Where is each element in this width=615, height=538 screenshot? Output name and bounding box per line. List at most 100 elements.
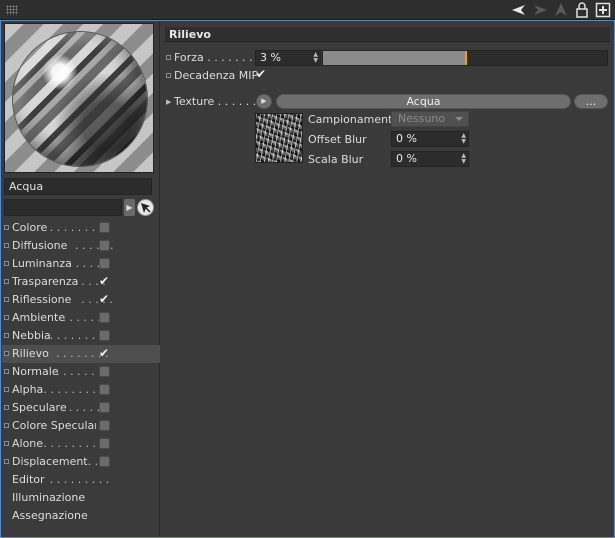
material-name-field[interactable]: Acqua <box>4 178 152 195</box>
channel-dots: . . . . . . . <box>56 365 102 378</box>
forza-slider[interactable] <box>322 50 608 66</box>
channel-item-alone[interactable]: Alone . . . . . . . . . <box>2 435 160 453</box>
channel-item-rilievo[interactable]: Rilievo . . . . . . . . <box>2 344 160 363</box>
arrow-forward-icon[interactable] <box>532 2 548 18</box>
offset-blur-label: Offset Blur <box>308 133 367 146</box>
spinner-arrows-icon[interactable]: ▲ ▼ <box>461 133 466 145</box>
channel-item-colore[interactable]: Colore . . . . . . . . <box>2 219 160 237</box>
link-arrow-button[interactable]: ▶ <box>124 199 135 216</box>
texture-more-button[interactable]: ... <box>574 94 608 109</box>
animate-dot[interactable] <box>4 369 9 374</box>
animate-dot[interactable] <box>4 387 9 392</box>
channel-enable-checkbox[interactable] <box>99 456 110 467</box>
material-link-field[interactable] <box>4 199 122 216</box>
material-preview[interactable] <box>4 23 154 173</box>
animate-dot[interactable] <box>4 297 9 302</box>
texture-arrow-button[interactable]: ▶ <box>256 94 272 109</box>
channel-settings-panel: Rilievo Forza . . . . . . . . 3 % ▲ ▼ Dec… <box>162 21 612 536</box>
texture-label: Texture . . . . . . <box>174 95 257 108</box>
new-window-icon[interactable] <box>595 2 611 18</box>
channel-item-illuminazione[interactable]: Illuminazione <box>2 489 160 507</box>
channel-label: Illuminazione <box>12 491 86 504</box>
channel-list: Colore . . . . . . . . Diffusione . . . .… <box>2 219 160 525</box>
slider-thumb[interactable] <box>465 51 467 65</box>
channel-item-speculare[interactable]: Speculare . . . . . . <box>2 399 160 417</box>
offset-blur-input[interactable]: 0 % ▲ ▼ <box>391 131 469 147</box>
channel-item-nebbia[interactable]: Nebbia . . . . . . . . <box>2 327 160 345</box>
channel-enable-checkbox[interactable] <box>99 290 110 308</box>
animate-dot[interactable] <box>4 405 9 410</box>
channel-label: Assegnazione <box>12 509 88 522</box>
scala-blur-label: Scala Blur <box>308 153 364 166</box>
channel-label: Displacement <box>12 455 88 468</box>
channel-enable-checkbox[interactable] <box>99 240 110 251</box>
channel-enable-checkbox[interactable] <box>99 366 110 377</box>
animate-dot[interactable] <box>4 441 9 446</box>
preview-sphere <box>13 32 147 166</box>
up-icon[interactable] <box>553 2 569 18</box>
channel-enable-checkbox[interactable] <box>99 330 110 341</box>
channel-item-luminanza[interactable]: Luminanza . . . . . <box>2 255 160 273</box>
channel-dots: . . . . . . . . . <box>43 437 103 450</box>
channel-enable-checkbox[interactable] <box>99 402 110 413</box>
channel-item-diffusione[interactable]: Diffusione . . . . . . <box>2 237 160 255</box>
animate-dot[interactable] <box>4 225 9 230</box>
pick-cursor-button[interactable] <box>137 199 154 216</box>
channel-item-displacement[interactable]: Displacement . . . <box>2 453 160 471</box>
animate-dot[interactable] <box>4 333 9 338</box>
expand-triangle-icon[interactable]: ▶ <box>166 94 171 110</box>
lock-icon[interactable] <box>574 2 590 18</box>
channel-enable-checkbox[interactable] <box>99 420 110 431</box>
channel-enable-checkbox[interactable] <box>99 312 110 323</box>
channel-item-ambiente[interactable]: Ambiente . . . . . . <box>2 309 160 327</box>
channel-enable-checkbox[interactable] <box>99 384 110 395</box>
channel-item-assegnazione[interactable]: Assegnazione <box>2 507 160 525</box>
texture-name-button[interactable]: Acqua <box>276 94 571 109</box>
campionamento-label: Campionamento <box>308 113 400 126</box>
animate-dot[interactable] <box>4 279 9 284</box>
material-picker-row: ▶ <box>4 199 154 217</box>
arrow-back-icon[interactable] <box>511 2 527 18</box>
channel-enable-checkbox[interactable] <box>99 258 110 269</box>
channel-enable-checkbox[interactable] <box>99 222 110 233</box>
animate-dot[interactable] <box>4 315 9 320</box>
cursor-icon <box>141 203 151 213</box>
channel-dots: . . . . . . . . <box>49 221 103 234</box>
animate-dot[interactable] <box>4 243 9 248</box>
animate-dot[interactable] <box>4 261 9 266</box>
chevron-down-icon <box>455 117 463 121</box>
channel-item-alpha[interactable]: Alpha . . . . . . . . . <box>2 381 160 399</box>
animate-dot[interactable] <box>166 55 171 60</box>
forza-input[interactable]: 3 % ▲ ▼ <box>255 50 321 66</box>
animate-dot[interactable] <box>4 459 9 464</box>
channel-dots: . . . . . . . . . <box>43 383 103 396</box>
channel-dots: . . . . . . . . <box>49 329 103 342</box>
animate-dot[interactable] <box>4 423 9 428</box>
decadenza-checkbox[interactable] <box>256 67 268 82</box>
forza-label: Forza . . . . . . . . <box>174 51 260 64</box>
material-sidebar: Acqua ▶ Colore . . . . . . . . Diffusione… <box>2 21 160 536</box>
animate-dot[interactable] <box>4 351 9 356</box>
decadenza-label: Decadenza MIP <box>174 69 259 82</box>
section-title: Rilievo <box>165 27 610 42</box>
channel-enable-checkbox[interactable] <box>99 344 110 362</box>
channel-item-riflessione[interactable]: Riflessione . . . . . <box>2 290 160 309</box>
texture-thumbnail[interactable] <box>255 113 303 163</box>
channel-enable-checkbox[interactable] <box>99 438 110 449</box>
spinner-arrows-icon[interactable]: ▲ ▼ <box>461 153 466 165</box>
toolbar-icons <box>511 2 611 18</box>
campionamento-dropdown: Nessuno <box>391 111 469 127</box>
channel-dots: . . . . . <box>68 257 101 270</box>
channel-enable-checkbox[interactable] <box>99 272 110 290</box>
channel-dots: . . . . . . . . . <box>49 473 110 486</box>
channel-item-editor[interactable]: Editor . . . . . . . . . <box>2 471 160 489</box>
spinner-arrows-icon[interactable]: ▲ ▼ <box>313 52 318 64</box>
channel-item-normale[interactable]: Normale . . . . . . . <box>2 363 160 381</box>
channel-label: Colore Speculare <box>12 419 96 432</box>
scala-blur-input[interactable]: 0 % ▲ ▼ <box>391 151 469 167</box>
channel-item-colore-speculare[interactable]: Colore Speculare <box>2 417 160 435</box>
grip-icon[interactable] <box>6 5 18 15</box>
channel-item-trasparenza[interactable]: Trasparenza . . . . <box>2 272 160 291</box>
animate-dot[interactable] <box>166 73 171 78</box>
title-bar <box>0 0 615 20</box>
